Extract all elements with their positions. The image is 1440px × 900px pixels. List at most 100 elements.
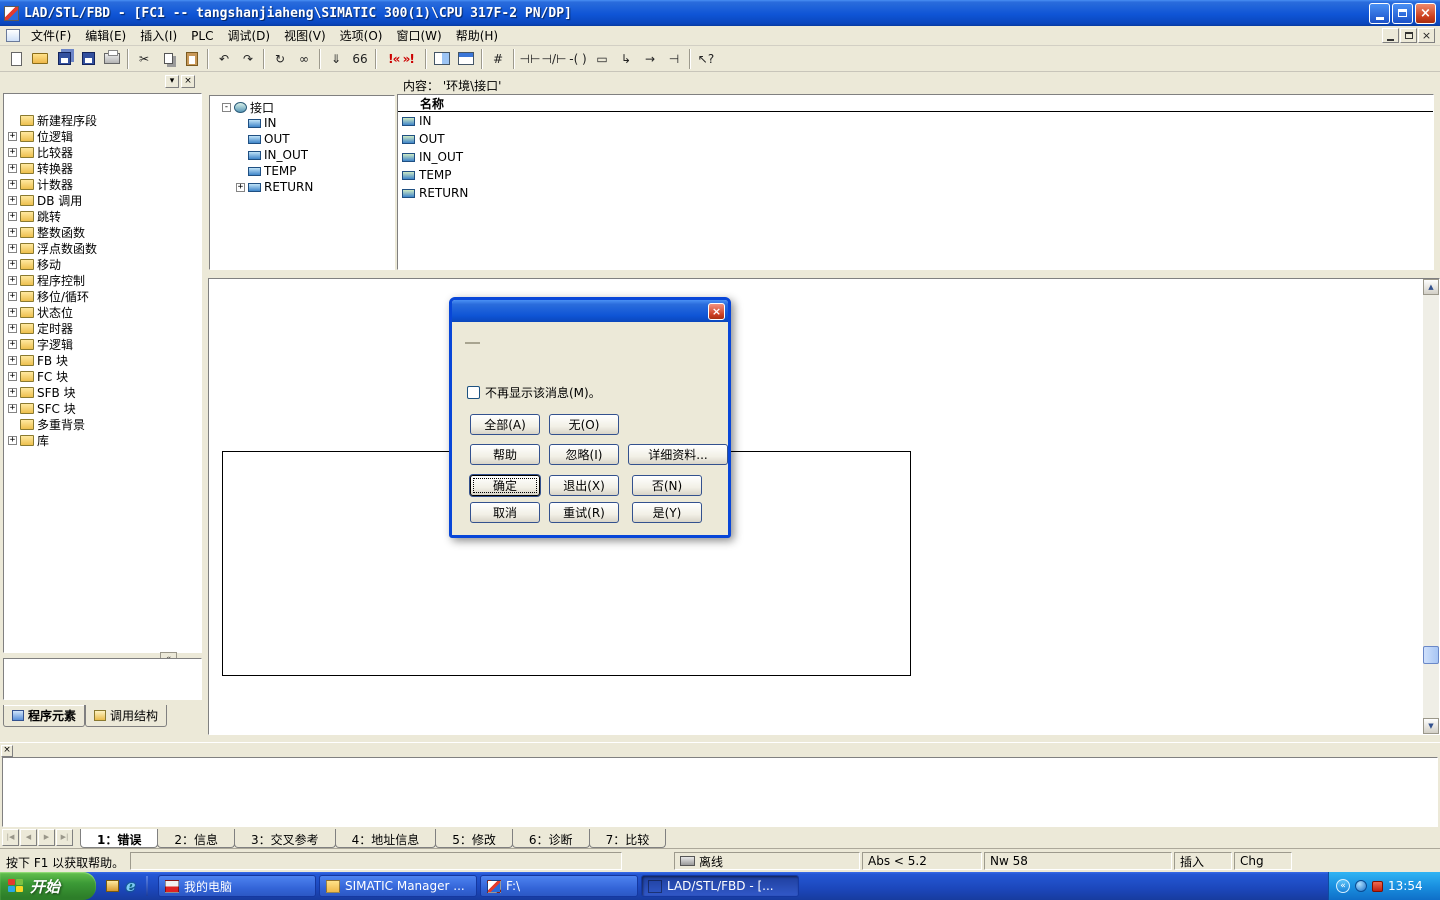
sidebar-item[interactable]: + 移位/循环	[4, 288, 201, 304]
output-tab[interactable]: 5：修改	[435, 829, 513, 848]
interface-item[interactable]: IN	[210, 115, 394, 131]
expand-icon[interactable]: +	[8, 372, 17, 381]
tray-alert-icon[interactable]	[1372, 881, 1383, 892]
tab-program-elements[interactable]: 程序元素	[3, 705, 85, 727]
menu-item[interactable]: 插入(I)	[133, 25, 184, 46]
cancel-button[interactable]: 取消	[470, 502, 540, 523]
expand-icon[interactable]: +	[8, 276, 17, 285]
sidebar-item[interactable]: + 状态位	[4, 304, 201, 320]
content-row[interactable]: OUT	[398, 130, 1433, 148]
sidebar-item[interactable]: + FB 块	[4, 352, 201, 368]
interface-item[interactable]: OUT	[210, 131, 394, 147]
expand-icon[interactable]: +	[8, 148, 17, 157]
sidebar-item[interactable]: + 位逻辑	[4, 128, 201, 144]
undo-icon[interactable]: ↶	[212, 48, 236, 70]
restore-button[interactable]	[1392, 3, 1413, 24]
paste-icon[interactable]	[180, 48, 204, 70]
output-tab[interactable]: 6：诊断	[512, 829, 590, 848]
download-icon[interactable]: ⇓	[324, 48, 348, 70]
monitor-icon[interactable]: 66	[348, 48, 372, 70]
sidebar-item[interactable]: + 转换器	[4, 160, 201, 176]
interface-item[interactable]: + RETURN	[210, 179, 394, 195]
interface-item[interactable]: TEMP	[210, 163, 394, 179]
close-button[interactable]: ×	[1415, 3, 1436, 24]
cut-icon[interactable]: ✂	[132, 48, 156, 70]
collapse-icon[interactable]: -	[222, 103, 231, 112]
menu-item[interactable]: 帮助(H)	[449, 25, 505, 46]
scroll-down-button[interactable]: ▼	[1423, 718, 1439, 734]
sidebar-item[interactable]: + 浮点数函数	[4, 240, 201, 256]
open-branch-icon[interactable]: ↳	[614, 48, 638, 70]
none-button[interactable]: 无(O)	[549, 414, 619, 435]
content-row[interactable]: IN_OUT	[398, 148, 1433, 166]
tab-scroll-last-button[interactable]: ▶|	[56, 829, 73, 846]
output-tab[interactable]: 7：比较	[589, 829, 667, 848]
open-icon[interactable]	[28, 48, 52, 70]
save-icon[interactable]	[76, 48, 100, 70]
help-button[interactable]: 帮助	[470, 444, 540, 465]
output-close-button[interactable]: ×	[1, 745, 13, 757]
taskbar-task[interactable]: F:\	[480, 875, 638, 897]
exit-button[interactable]: 退出(X)	[549, 475, 619, 496]
ok-button[interactable]: 确定	[470, 475, 540, 496]
sidebar-item[interactable]: 新建程序段	[4, 112, 201, 128]
split-view-icon[interactable]	[430, 48, 454, 70]
coil-icon[interactable]: -( )	[566, 48, 590, 70]
output-tab[interactable]: 4：地址信息	[335, 829, 437, 848]
sidebar-item[interactable]: + FC 块	[4, 368, 201, 384]
expand-icon[interactable]: +	[8, 244, 17, 253]
tab-scroll-left-button[interactable]: ◀	[20, 829, 37, 846]
interface-root[interactable]: - 接口	[210, 99, 394, 115]
quick-launch-ie-icon[interactable]: e	[126, 877, 136, 895]
panel-menu-button[interactable]: ▾	[165, 75, 179, 88]
menu-item[interactable]: 编辑(E)	[78, 25, 133, 46]
sidebar-item[interactable]: + SFB 块	[4, 384, 201, 400]
expand-icon[interactable]: +	[8, 180, 17, 189]
menu-item[interactable]: 调试(D)	[220, 25, 277, 46]
all-button[interactable]: 全部(A)	[470, 414, 540, 435]
expand-icon[interactable]: +	[8, 308, 17, 317]
expand-icon[interactable]: +	[8, 388, 17, 397]
update-call-icon[interactable]: ↻	[268, 48, 292, 70]
sidebar-item[interactable]: + 库	[4, 432, 201, 448]
clock[interactable]: 13:54	[1388, 879, 1423, 893]
expand-icon[interactable]: +	[8, 164, 17, 173]
yes-button[interactable]: 是(Y)	[632, 502, 702, 523]
detail-view-icon[interactable]	[454, 48, 478, 70]
dont-show-checkbox[interactable]	[467, 386, 480, 399]
retry-button[interactable]: 重试(R)	[549, 502, 619, 523]
sidebar-item[interactable]: + 移动	[4, 256, 201, 272]
contact-no-icon[interactable]: ⊣⊢	[518, 48, 542, 70]
ignore-button[interactable]: 忽略(I)	[549, 444, 619, 465]
expand-icon[interactable]: +	[8, 324, 17, 333]
sidebar-item[interactable]: + 计数器	[4, 176, 201, 192]
sidebar-item[interactable]: + 比较器	[4, 144, 201, 160]
content-row[interactable]: TEMP	[398, 166, 1433, 184]
program-elements-icon[interactable]: !« »!	[380, 48, 422, 70]
expand-icon[interactable]: +	[8, 436, 17, 445]
output-tab[interactable]: 2：信息	[157, 829, 235, 848]
mdi-restore-button[interactable]	[1400, 28, 1417, 43]
empty-box-icon[interactable]: ▭	[590, 48, 614, 70]
help-select-icon[interactable]: ↖?	[694, 48, 718, 70]
output-tab[interactable]: 3：交叉参考	[234, 829, 336, 848]
find-icon[interactable]: ∞	[292, 48, 316, 70]
content-row[interactable]: IN	[398, 112, 1433, 130]
expand-icon[interactable]: +	[8, 228, 17, 237]
menu-item[interactable]: 文件(F)	[24, 25, 78, 46]
expand-icon[interactable]: +	[8, 132, 17, 141]
taskbar-task[interactable]: SIMATIC Manager ...	[319, 875, 477, 897]
tab-scroll-first-button[interactable]: |◀	[2, 829, 19, 846]
scroll-thumb[interactable]	[1423, 646, 1439, 664]
sidebar-item[interactable]: + 程序控制	[4, 272, 201, 288]
copy-icon[interactable]	[156, 48, 180, 70]
minimize-button[interactable]	[1369, 3, 1390, 24]
mdi-close-button[interactable]: ×	[1418, 28, 1435, 43]
menu-item[interactable]: PLC	[184, 27, 220, 45]
sidebar-item[interactable]: + 跳转	[4, 208, 201, 224]
tab-call-structure[interactable]: 调用结构	[85, 705, 167, 727]
start-button[interactable]: 开始	[0, 872, 96, 900]
vertical-scrollbar[interactable]: ▲ ▼	[1423, 279, 1439, 734]
panel-close-button[interactable]: ×	[181, 75, 195, 88]
scroll-up-button[interactable]: ▲	[1423, 279, 1439, 295]
